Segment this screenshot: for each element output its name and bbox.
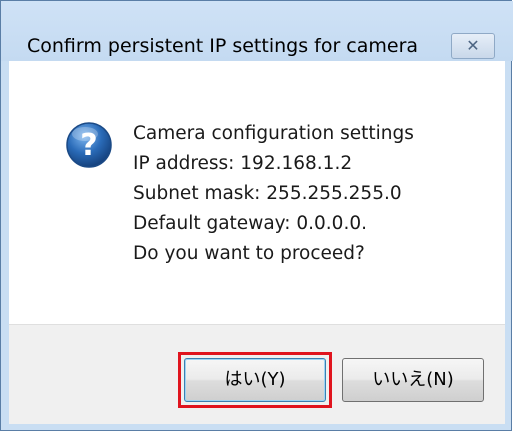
dialog-body: ? Camera configuration settings IP addre… [9, 61, 505, 424]
svg-text:?: ? [80, 128, 97, 163]
close-button[interactable]: ✕ [451, 33, 495, 59]
confirm-dialog: Confirm persistent IP settings for camer… [0, 0, 513, 431]
no-button[interactable]: いいえ(N) [342, 358, 484, 402]
window-title: Confirm persistent IP settings for camer… [27, 35, 419, 57]
button-bar: はい(Y) いいえ(N) [9, 324, 505, 424]
message-area: ? Camera configuration settings IP addre… [9, 61, 505, 324]
message-line: Default gateway: 0.0.0.0. [133, 213, 367, 234]
message-line: Do you want to proceed? [133, 243, 365, 264]
yes-button[interactable]: はい(Y) [184, 358, 326, 402]
message-line: Camera configuration settings [133, 123, 414, 144]
question-icon: ? [66, 122, 112, 168]
message-line: IP address: 192.168.1.2 [133, 153, 353, 174]
message-text: Camera configuration settings IP address… [133, 119, 414, 269]
close-icon: ✕ [466, 36, 480, 55]
message-line: Subnet mask: 255.255.255.0 [133, 183, 402, 204]
title-bar[interactable]: Confirm persistent IP settings for camer… [1, 1, 513, 61]
